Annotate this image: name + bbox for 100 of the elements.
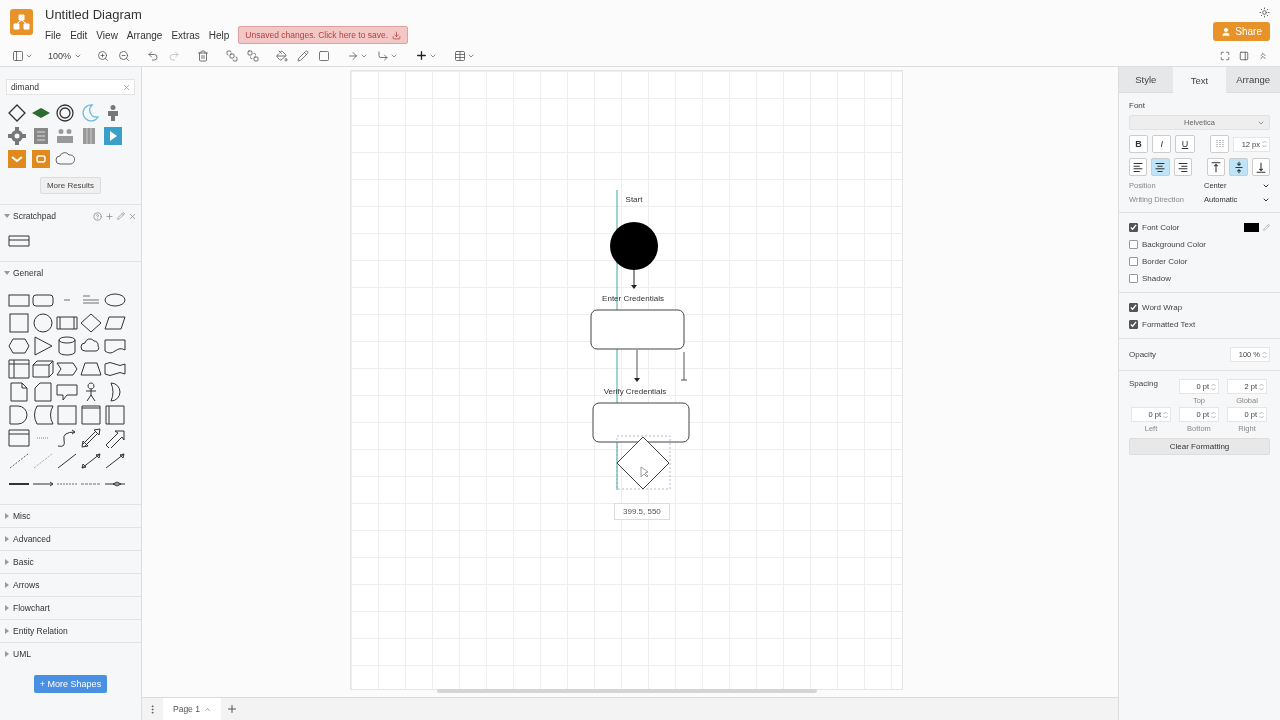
document-icon[interactable]	[103, 336, 127, 356]
section-title[interactable]: Scratchpad	[13, 211, 90, 221]
link-tile-icon[interactable]	[31, 149, 51, 169]
caret-icon[interactable]	[4, 605, 10, 611]
cube-icon[interactable]	[31, 359, 55, 379]
caret-icon[interactable]	[4, 513, 10, 519]
section-title[interactable]: Advanced	[13, 534, 137, 544]
color-swatch[interactable]	[1244, 222, 1259, 232]
start-node[interactable]	[610, 222, 658, 270]
table-icon[interactable]	[454, 49, 467, 62]
bidirectional-line-icon[interactable]	[79, 451, 103, 471]
step-icon[interactable]	[55, 359, 79, 379]
undo-icon[interactable]	[147, 49, 160, 62]
gear-icon[interactable]	[7, 126, 27, 146]
arrow-icon[interactable]	[103, 428, 127, 448]
bring-to-front-icon[interactable]	[226, 49, 239, 62]
align-button[interactable]	[1129, 158, 1148, 176]
data-storage-icon[interactable]	[31, 405, 55, 425]
caret-icon[interactable]	[4, 559, 10, 565]
delay-icon[interactable]	[7, 405, 31, 425]
more-results-button[interactable]: More Results	[39, 177, 102, 194]
align-button[interactable]	[1151, 158, 1170, 176]
insert-icon[interactable]	[415, 49, 429, 62]
circle-icon[interactable]	[31, 313, 55, 333]
caret-icon[interactable]	[4, 213, 10, 219]
menu-item[interactable]: View	[96, 29, 118, 41]
internal-storage-icon[interactable]	[7, 359, 31, 379]
align-button[interactable]	[1173, 158, 1192, 176]
checkbox[interactable]	[1129, 256, 1138, 266]
directional-line-icon[interactable]	[103, 451, 127, 471]
caret-icon[interactable]	[4, 270, 10, 276]
double-arrow-icon[interactable]	[79, 428, 103, 448]
note-icon[interactable]	[7, 382, 31, 402]
table-icon[interactable]	[8, 235, 30, 247]
checkbox[interactable]	[1129, 239, 1138, 249]
add-page-icon[interactable]	[225, 703, 238, 715]
font-style-button[interactable]: U	[1175, 135, 1195, 153]
panel-tab[interactable]: Style	[1119, 67, 1173, 93]
horizontal-scrollbar[interactable]	[437, 689, 817, 693]
waypoint-icon[interactable]	[377, 49, 390, 62]
section-title[interactable]: Misc	[13, 511, 137, 521]
align-button[interactable]	[1207, 158, 1226, 176]
checkbox[interactable]	[1129, 273, 1138, 283]
sidebar-toggle-icon[interactable]	[12, 49, 24, 62]
triangle-icon[interactable]	[31, 336, 55, 356]
connector-arrow[interactable]	[631, 269, 637, 289]
font-style-button[interactable]: I	[1152, 135, 1172, 153]
format-panel-icon[interactable]	[1239, 50, 1249, 61]
diamond-icon[interactable]	[7, 103, 27, 123]
section-title[interactable]: UML	[13, 649, 137, 659]
diamond-icon[interactable]	[79, 313, 103, 333]
section-title[interactable]: Entity Relation	[13, 626, 137, 636]
target-icon[interactable]	[55, 103, 75, 123]
checkbox[interactable]	[1129, 319, 1138, 329]
menu-item[interactable]: File	[45, 29, 62, 41]
caret-icon[interactable]	[4, 582, 10, 588]
caret-icon[interactable]	[4, 651, 10, 657]
fullscreen-icon[interactable]	[1220, 50, 1230, 61]
process-icon[interactable]	[55, 313, 79, 333]
document-title[interactable]: Untitled Diagram	[45, 7, 1202, 22]
close-icon[interactable]	[128, 211, 137, 221]
connection-icon[interactable]	[347, 49, 360, 62]
help-icon[interactable]	[93, 211, 102, 221]
cylinder-icon[interactable]	[55, 336, 79, 356]
tape-icon[interactable]	[103, 359, 127, 379]
decision-node[interactable]	[616, 436, 670, 490]
search-field[interactable]: dimand	[6, 79, 135, 95]
zoom-out-icon[interactable]	[118, 49, 131, 62]
menu-item[interactable]: Help	[208, 29, 230, 41]
process-node[interactable]	[592, 402, 690, 443]
resize-handle[interactable]	[680, 351, 688, 381]
section-title[interactable]: Flowchart	[13, 603, 137, 613]
connector-arrow[interactable]	[634, 349, 640, 382]
shadow-icon[interactable]	[318, 49, 331, 62]
line-color-icon[interactable]	[297, 49, 310, 62]
checkbox[interactable]	[1129, 302, 1138, 312]
zoom-in-icon[interactable]	[97, 49, 110, 62]
chevron-tile-icon[interactable]	[7, 149, 27, 169]
page-tab[interactable]: Page 1	[163, 698, 221, 720]
hexagon-icon[interactable]	[7, 336, 31, 356]
parallelogram-icon[interactable]	[103, 313, 127, 333]
align-button[interactable]	[1229, 158, 1248, 176]
menu-item[interactable]: Edit	[70, 29, 88, 41]
checkbox[interactable]	[1129, 222, 1138, 232]
caret-icon[interactable]	[4, 536, 10, 542]
menu-item[interactable]: Arrange	[126, 29, 163, 41]
trapezoid-icon[interactable]	[79, 359, 103, 379]
section-title[interactable]: Arrows	[13, 580, 137, 590]
panel-tab[interactable]: Arrange	[1226, 67, 1280, 93]
play-icon[interactable]	[103, 126, 123, 146]
align-button[interactable]	[1251, 158, 1270, 176]
section-title[interactable]: General	[13, 268, 137, 278]
menu-item[interactable]: Extras	[171, 29, 200, 41]
clear-icon[interactable]	[122, 83, 131, 92]
process-node[interactable]	[590, 309, 685, 350]
fill-color-icon[interactable]	[276, 49, 289, 62]
send-to-back-icon[interactable]	[247, 49, 260, 62]
caret-icon[interactable]	[4, 628, 10, 634]
zoom-dropdown[interactable]: 100%	[48, 50, 83, 61]
font-style-button[interactable]: B	[1129, 135, 1149, 153]
